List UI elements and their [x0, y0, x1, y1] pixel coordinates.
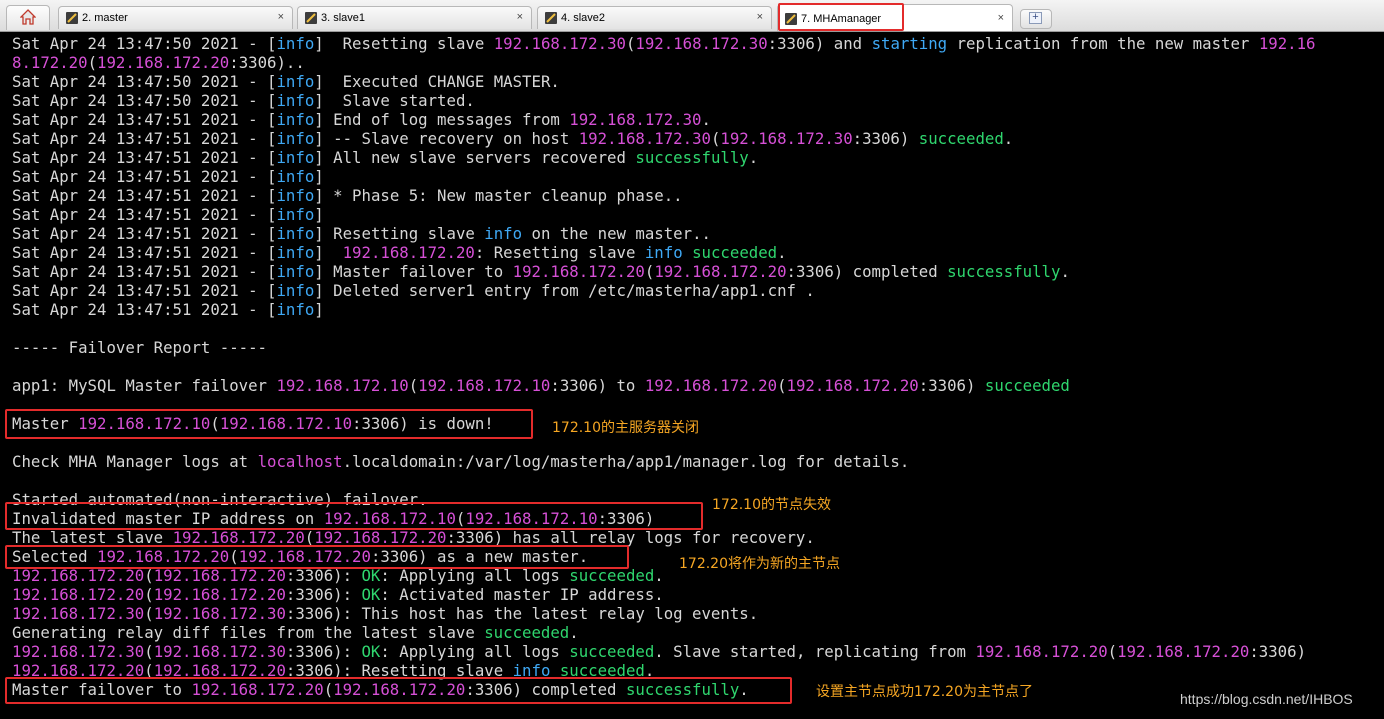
highlight-box-selected	[5, 545, 629, 569]
watermark: https://blog.csdn.net/IHBOS	[1180, 691, 1353, 707]
log-line: Sat Apr 24 13:47:51 2021 - [info] Master…	[12, 262, 1070, 281]
log-line: Generating relay diff files from the lat…	[12, 623, 579, 642]
new-tab-button[interactable]: +	[1020, 9, 1052, 29]
annotation-selected: 172.20将作为新的主节点	[679, 556, 840, 572]
tab-slave2[interactable]: 4. slave2 ×	[537, 6, 772, 29]
log-line: 192.168.172.20(192.168.172.20:3306): OK:…	[12, 585, 664, 604]
highlight-box-down	[5, 409, 533, 439]
log-line: Sat Apr 24 13:47:51 2021 - [info] -- Sla…	[12, 129, 1014, 148]
annotation-invalid: 172.10的节点失效	[712, 497, 831, 513]
log-line: Sat Apr 24 13:47:51 2021 - [info] 192.16…	[12, 243, 787, 262]
log-line: Sat Apr 24 13:47:51 2021 - [info] Delete…	[12, 281, 815, 300]
log-line: 192.168.172.30(192.168.172.30:3306): Thi…	[12, 604, 759, 623]
terminal-output[interactable]: Sat Apr 24 13:47:50 2021 - [info] Resett…	[0, 32, 1384, 719]
log-line: Sat Apr 24 13:47:51 2021 - [info]	[12, 205, 324, 224]
highlight-box-invalid	[5, 502, 703, 530]
log-line: app1: MySQL Master failover 192.168.172.…	[12, 376, 1070, 395]
tab-bar: 2. master × 3. slave1 × 4. slave2 × 7. M…	[0, 0, 1384, 32]
terminal-icon	[545, 12, 557, 24]
close-icon[interactable]: ×	[517, 11, 523, 23]
log-line: Sat Apr 24 13:47:50 2021 - [info] Slave …	[12, 91, 475, 110]
close-icon[interactable]: ×	[278, 11, 284, 23]
log-line: Sat Apr 24 13:47:51 2021 - [info] All ne…	[12, 148, 759, 167]
highlight-box-final	[5, 677, 792, 704]
log-line: 8.172.20(192.168.172.20:3306)..	[12, 53, 305, 72]
close-icon[interactable]: ×	[998, 12, 1004, 24]
tab-highlight-box	[778, 3, 904, 31]
log-line: Sat Apr 24 13:47:51 2021 - [info]	[12, 300, 324, 319]
annotation-down: 172.10的主服务器关闭	[552, 420, 699, 436]
log-line: Sat Apr 24 13:47:51 2021 - [info] * Phas…	[12, 186, 683, 205]
home-icon	[20, 9, 36, 25]
tab-label: 4. slave2	[561, 12, 606, 24]
log-line: Sat Apr 24 13:47:51 2021 - [info]	[12, 167, 324, 186]
failover-report-header: ----- Failover Report -----	[12, 338, 268, 357]
home-button[interactable]	[6, 5, 50, 30]
log-line: 192.168.172.30(192.168.172.30:3306): OK:…	[12, 642, 1307, 661]
log-line: Check MHA Manager logs at localhost.loca…	[12, 452, 910, 471]
terminal-icon	[66, 12, 78, 24]
terminal-icon	[305, 12, 317, 24]
tab-label: 2. master	[82, 12, 128, 24]
log-line: Sat Apr 24 13:47:50 2021 - [info] Execut…	[12, 72, 560, 91]
log-line: Sat Apr 24 13:47:50 2021 - [info] Resett…	[12, 34, 1316, 53]
close-icon[interactable]: ×	[757, 11, 763, 23]
tab-slave1[interactable]: 3. slave1 ×	[297, 6, 532, 29]
annotation-final: 设置主节点成功172.20为主节点了	[816, 684, 1033, 700]
tab-master[interactable]: 2. master ×	[58, 6, 293, 29]
plus-icon: +	[1029, 12, 1042, 24]
tab-label: 3. slave1	[321, 12, 366, 24]
log-line: Sat Apr 24 13:47:51 2021 - [info] Resett…	[12, 224, 711, 243]
log-line: Sat Apr 24 13:47:51 2021 - [info] End of…	[12, 110, 711, 129]
